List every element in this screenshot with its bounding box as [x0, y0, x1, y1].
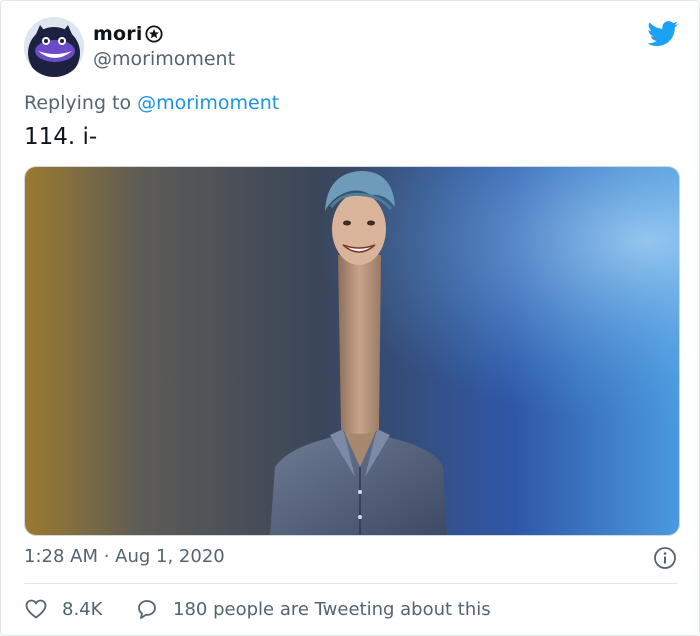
avatar[interactable]: [24, 17, 84, 77]
media-photo: [25, 167, 679, 535]
twitter-bird-icon[interactable]: [647, 21, 679, 47]
star-badge-icon: [144, 25, 163, 43]
heart-icon: [25, 599, 47, 619]
replying-to: Replying to @morimoment: [24, 92, 279, 114]
display-name[interactable]: mori: [93, 23, 163, 45]
tweet-media[interactable]: [24, 166, 680, 536]
tweet-text: 114. i-: [24, 124, 98, 150]
display-name-text: mori: [93, 23, 143, 45]
tweet-card: mori @morimoment Replying to @morimoment…: [0, 0, 700, 636]
user-handle[interactable]: @morimoment: [93, 48, 235, 70]
like-button[interactable]: 8.4K: [24, 597, 102, 621]
replying-to-handle[interactable]: @morimoment: [137, 92, 279, 114]
cartoon-cat-avatar-icon: [24, 17, 84, 77]
like-count: 8.4K: [62, 598, 103, 620]
info-icon[interactable]: [653, 546, 677, 570]
tweeting-about-text: 180 people are Tweeting about this: [173, 598, 491, 620]
conversation-link[interactable]: 180 people are Tweeting about this: [135, 597, 491, 621]
divider: [24, 583, 678, 584]
tweet-timestamp[interactable]: 1:28 AM · Aug 1, 2020: [24, 546, 225, 567]
speech-bubble-icon: [138, 600, 156, 619]
replying-to-label: Replying to: [24, 92, 132, 114]
